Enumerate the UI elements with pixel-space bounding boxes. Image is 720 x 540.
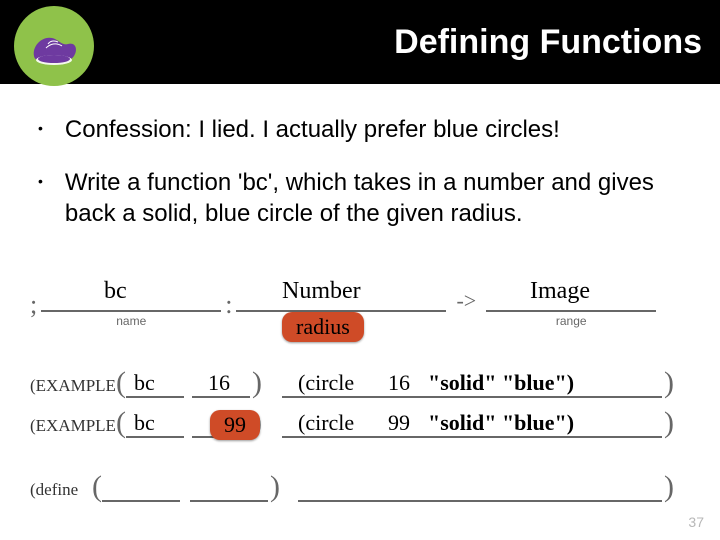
list-item: • Confession: I lied. I actually prefer …	[38, 114, 692, 145]
arg-callout: 99	[210, 410, 260, 440]
list-item: • Write a function 'bc', which takes in …	[38, 167, 692, 229]
close-paren: )	[664, 470, 674, 504]
contract-domain: Number	[282, 278, 361, 305]
bullet-dot-icon: •	[38, 167, 43, 195]
example-fn: bc	[134, 370, 155, 396]
define-row: (define ( ) )	[30, 472, 690, 512]
semicolon: ;	[30, 290, 37, 320]
example-row: (EXAMPLE ( bc ) (circle 99 "solid" "blue…	[30, 408, 690, 448]
bullet-text: Write a function 'bc', which takes in a …	[65, 167, 692, 229]
arrow-icon: ->	[456, 288, 476, 314]
define-keyword: (define	[30, 480, 78, 500]
example-keyword: (EXAMPLE	[30, 376, 116, 396]
open-paren: (	[116, 366, 126, 400]
contract-line: ; name : domain -> range bc Number Image…	[30, 282, 690, 354]
example-rows: (EXAMPLE ( bc 16 ) (circle 16 "solid" "b…	[30, 368, 690, 512]
close-paren: )	[252, 366, 262, 400]
example-body-open: (circle	[298, 410, 354, 436]
bullet-list: • Confession: I lied. I actually prefer …	[0, 114, 720, 230]
example-body-rest: "solid" "blue")	[428, 410, 574, 436]
contract-name: bc	[104, 278, 127, 305]
colon: :	[225, 290, 232, 320]
slide-title: Defining Functions	[394, 23, 702, 62]
name-slot: name	[41, 282, 221, 328]
open-paren: (	[116, 406, 126, 440]
close-paren: )	[270, 470, 280, 504]
bullet-dot-icon: •	[38, 114, 43, 142]
title-bar: Defining Functions	[0, 0, 720, 84]
contract-range: Image	[530, 278, 590, 305]
design-recipe: ; name : domain -> range bc Number Image…	[30, 282, 690, 354]
radius-callout: radius	[282, 312, 364, 342]
callout-text: radius	[296, 314, 350, 339]
bullet-text: Confession: I lied. I actually prefer bl…	[65, 114, 560, 145]
shoe-logo-icon	[14, 6, 94, 86]
page-number: 37	[688, 514, 704, 530]
open-paren: (	[92, 470, 102, 504]
example-body-arg: 16	[388, 370, 410, 396]
close-paren: )	[664, 406, 674, 440]
example-fn: bc	[134, 410, 155, 436]
example-body-rest: "solid" "blue")	[428, 370, 574, 396]
example-body-arg: 99	[388, 410, 410, 436]
example-arg: 16	[208, 370, 230, 396]
close-paren: )	[664, 366, 674, 400]
example-row: (EXAMPLE ( bc 16 ) (circle 16 "solid" "b…	[30, 368, 690, 408]
example-body-open: (circle	[298, 370, 354, 396]
callout-text: 99	[224, 412, 246, 437]
example-keyword: (EXAMPLE	[30, 416, 116, 436]
